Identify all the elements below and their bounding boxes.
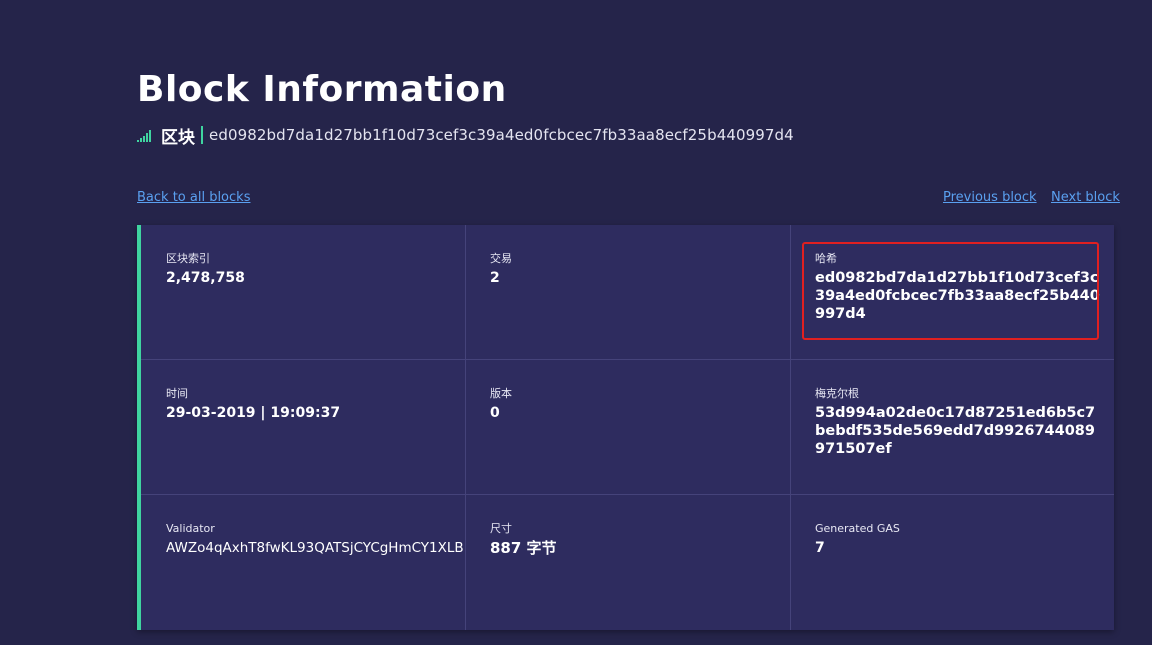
- generated-gas-value: 7: [815, 540, 825, 556]
- block-index-value: 2,478,758: [166, 270, 245, 286]
- field-generated-gas: Generated GAS 7: [790, 495, 1114, 630]
- block-details-card: 区块索引 2,478,758 交易 2 哈希 ed0982bd7da1d27bb…: [137, 225, 1114, 630]
- block-type-label: 区块: [161, 127, 195, 148]
- field-size: 尺寸 887 字节: [465, 495, 790, 630]
- block-subtitle: 区块 ed0982bd7da1d27bb1f10d73cef3c39a4ed0f…: [137, 122, 794, 148]
- version-value: 0: [490, 405, 500, 421]
- field-version: 版本 0: [465, 360, 790, 495]
- block-information-page: Block Information 区块 ed0982bd7da1d27bb1f…: [0, 0, 1152, 645]
- field-time: 时间 29-03-2019 | 19:09:37: [141, 360, 465, 495]
- merkle-root-value: 53d994a02de0c17d87251ed6b5c7bebdf535de56…: [815, 405, 1096, 457]
- previous-block-link[interactable]: Previous block: [943, 190, 1037, 206]
- field-transactions: 交易 2: [465, 225, 790, 360]
- field-label: 时间: [166, 387, 188, 400]
- hash-highlight-box: [802, 242, 1099, 340]
- validator-value: AWZo4qAxhT8fwKL93QATSjCYCgHmCY1XLB: [166, 540, 464, 556]
- signal-bars-icon: [137, 130, 151, 142]
- field-label: 交易: [490, 252, 512, 265]
- field-label: 尺寸: [490, 522, 512, 535]
- field-label: 版本: [490, 387, 512, 400]
- field-label: 梅克尔根: [815, 387, 859, 400]
- size-value: 887 字节: [490, 539, 557, 557]
- field-label: 区块索引: [166, 252, 210, 265]
- field-label: Generated GAS: [815, 522, 900, 535]
- transactions-value: 2: [490, 270, 500, 286]
- block-hash-subtitle: ed0982bd7da1d27bb1f10d73cef3c39a4ed0fcbc…: [209, 126, 794, 144]
- back-to-all-blocks-link[interactable]: Back to all blocks: [137, 190, 250, 206]
- page-title: Block Information: [137, 69, 507, 110]
- field-label: Validator: [166, 522, 215, 535]
- time-value: 29-03-2019 | 19:09:37: [166, 405, 341, 421]
- field-merkle-root: 梅克尔根 53d994a02de0c17d87251ed6b5c7bebdf53…: [790, 360, 1114, 495]
- next-block-link[interactable]: Next block: [1051, 190, 1120, 206]
- field-validator: Validator AWZo4qAxhT8fwKL93QATSjCYCgHmCY…: [141, 495, 465, 630]
- field-block-index: 区块索引 2,478,758: [141, 225, 465, 360]
- subtitle-divider: [201, 126, 203, 144]
